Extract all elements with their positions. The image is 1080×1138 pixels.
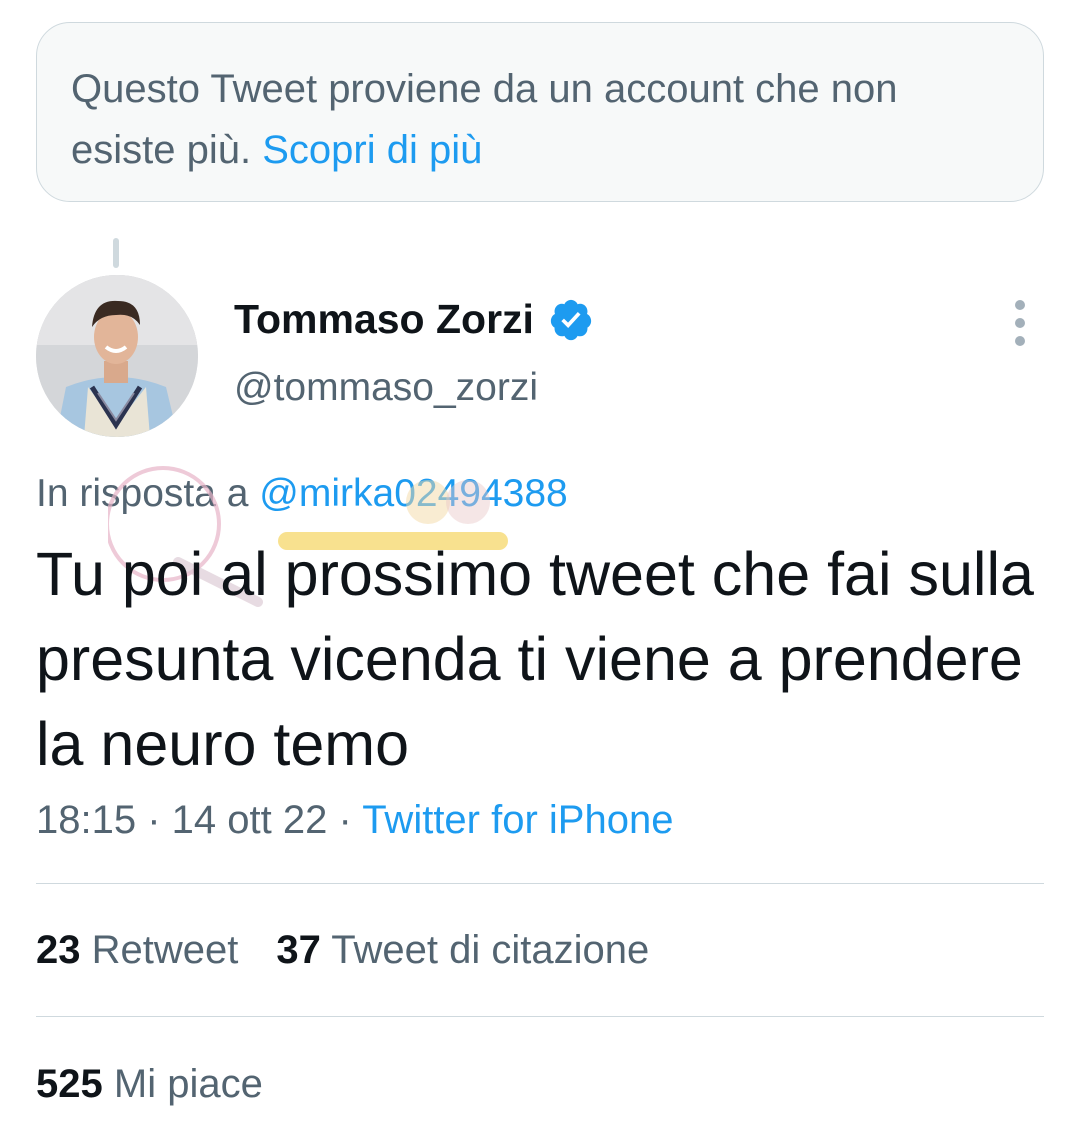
retweets-count: 23 [36,928,81,972]
tweet-time[interactable]: 18:15 [36,798,136,842]
learn-more-link[interactable]: Scopri di più [262,128,482,172]
thread-connector-line [113,238,119,268]
quote-tweets-label: Tweet di citazione [331,928,650,972]
more-options-icon[interactable] [1006,300,1034,346]
reply-context: In risposta a @mirka02494388 [36,472,568,516]
meta-separator: · [338,798,363,842]
tweet-meta: 18:15 · 14 ott 22 · Twitter for iPhone [36,798,673,843]
reply-prefix: In risposta a [36,472,249,515]
reply-mention-link[interactable]: @mirka02494388 [259,472,567,515]
avatar-image [36,275,198,437]
retweets-stat[interactable]: 23 Retweet [36,928,238,973]
meta-separator: · [147,798,172,842]
more-dot [1015,300,1025,310]
verified-badge-icon [550,299,592,340]
author-name[interactable]: Tommaso Zorzi [234,296,534,343]
notice-text: Questo Tweet proviene da un account che … [71,67,898,172]
deleted-account-notice: Questo Tweet proviene da un account che … [36,22,1044,202]
retweets-label: Retweet [91,928,239,972]
avatar[interactable] [36,275,198,437]
tweet-date[interactable]: 14 ott 22 [172,798,328,842]
quote-tweets-count: 37 [276,928,321,972]
likes-count: 525 [36,1062,103,1106]
author-name-row[interactable]: Tommaso Zorzi [234,296,594,343]
tweet-source-link[interactable]: Twitter for iPhone [362,798,673,842]
more-dot [1015,336,1025,346]
tweet-text: Tu poi al prossimo tweet che fai sulla p… [36,540,1034,778]
divider [36,1016,1044,1017]
likes-stat[interactable]: 525 Mi piace [36,1062,263,1107]
likes-label: Mi piace [113,1062,263,1106]
quote-tweets-stat[interactable]: 37 Tweet di citazione [276,928,649,973]
author-handle[interactable]: @tommaso_zorzi [234,366,538,410]
divider [36,883,1044,884]
engagement-stats: 23 Retweet 37 Tweet di citazione [36,928,649,973]
more-dot [1015,318,1025,328]
